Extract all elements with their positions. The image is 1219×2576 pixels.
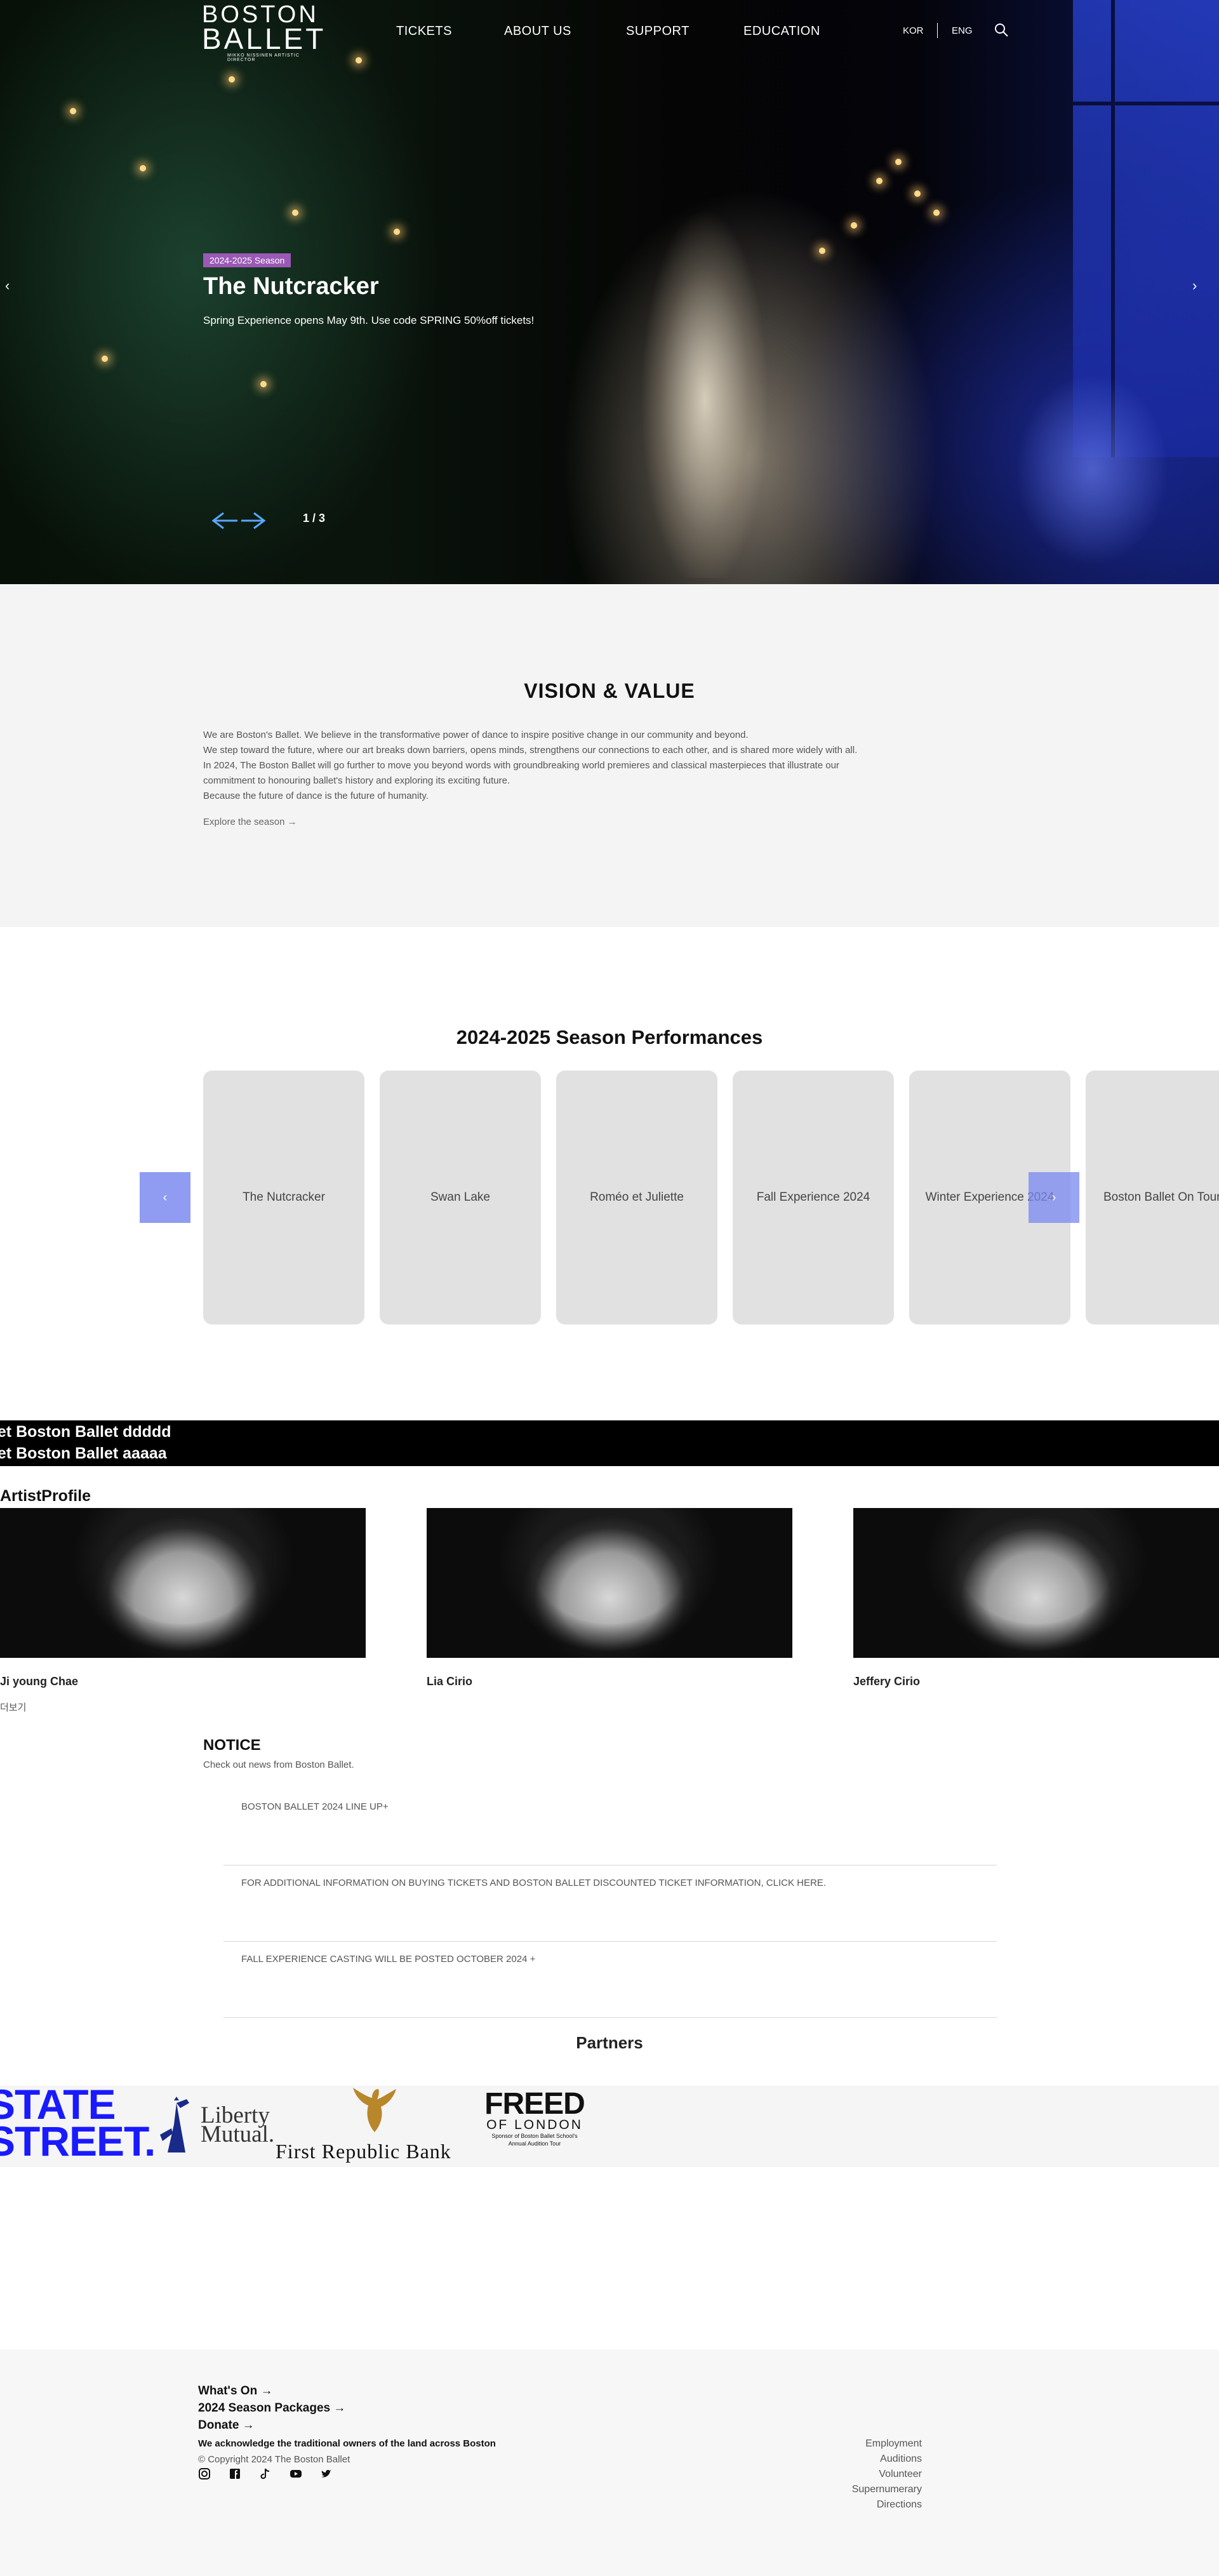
footer-copyright: © Copyright 2024 The Boston Ballet: [198, 2454, 350, 2465]
artist-profile-title: ArtistProfile: [0, 1487, 91, 1505]
freed-of-london-logo[interactable]: FREED OF LONDON Sponsor of Boston Ballet…: [477, 2087, 592, 2147]
vision-section: VISION & VALUE We are Boston's Ballet. W…: [0, 584, 1219, 927]
season-badge: 2024-2025 Season: [203, 253, 291, 267]
liberty-line-2: Mutual.: [201, 2121, 275, 2147]
lang-kor[interactable]: KOR: [903, 25, 924, 36]
performance-card[interactable]: Fall Experience 2024: [733, 1071, 894, 1325]
marquee-line-2: llet Boston Ballet aaaaa: [0, 1445, 167, 1462]
notice-subtitle: Check out news from Boston Ballet.: [203, 1759, 354, 1770]
hero-prev-arrow[interactable]: ‹: [5, 277, 10, 294]
hero-next-arrow[interactable]: ›: [1192, 277, 1197, 294]
nav-about-us[interactable]: ABOUT US: [504, 24, 571, 39]
marquee-line-1: llet Boston Ballet ddddd: [0, 1423, 171, 1441]
footer-supernumerary-link[interactable]: Supernumerary: [852, 2484, 922, 2495]
freed-line-1: FREED: [484, 2087, 585, 2121]
state-street-line-2: STREET.: [0, 2118, 156, 2165]
notice-item[interactable]: FOR ADDITIONAL INFORMATION ON BUYING TIC…: [223, 1865, 997, 1942]
vision-title: VISION & VALUE: [524, 679, 695, 702]
footer: [0, 2349, 1219, 2576]
lang-separator: [937, 23, 938, 38]
notice-title: NOTICE: [203, 1737, 261, 1754]
nav-tickets[interactable]: TICKETS: [396, 24, 452, 39]
instagram-icon[interactable]: [198, 2467, 211, 2480]
performance-card[interactable]: Swan Lake: [380, 1071, 541, 1325]
performance-card[interactable]: The Nutcracker: [203, 1071, 364, 1325]
footer-volunteer-link[interactable]: Volunteer: [879, 2469, 922, 2480]
vision-line: commitment to honouring ballet's history…: [203, 775, 510, 786]
twitter-icon[interactable]: [320, 2467, 333, 2480]
logo-line-2: BALLET: [202, 22, 326, 55]
footer-employment-link[interactable]: Employment: [865, 2438, 922, 2450]
top-navigation: BOSTON BALLET MIKKO NISSINEN ARTISTIC DI…: [0, 0, 1219, 63]
search-icon[interactable]: [994, 23, 1008, 37]
vision-line: We are Boston's Ballet. We believe in th…: [203, 730, 749, 740]
first-republic-bank-logo[interactable]: First Republic Bank: [276, 2140, 451, 2163]
view-more-link[interactable]: 더보기: [0, 1700, 26, 1714]
vision-line: We step toward the future, where our art…: [203, 745, 858, 756]
boston-ballet-logo[interactable]: BOSTON BALLET MIKKO NISSINEN ARTISTIC DI…: [202, 3, 329, 62]
season-prev-button[interactable]: ‹: [140, 1172, 190, 1223]
logo-line-3: MIKKO NISSINEN ARTISTIC DIRECTOR: [227, 53, 300, 62]
hero-slide-controls-icon[interactable]: [210, 508, 273, 533]
artist-photo[interactable]: [0, 1508, 366, 1658]
freed-line-2: OF LONDON: [486, 2118, 583, 2132]
hero-title: The Nutcracker: [203, 273, 379, 300]
artist-photo[interactable]: [427, 1508, 792, 1658]
footer-acknowledgement: We acknowledge the traditional owners of…: [198, 2438, 496, 2449]
season-next-button[interactable]: ›: [1029, 1172, 1079, 1223]
footer-auditions-link[interactable]: Auditions: [880, 2453, 922, 2465]
vision-line: In 2024, The Boston Ballet will go furth…: [203, 760, 839, 771]
notice-item[interactable]: BOSTON BALLET 2024 LINE UP+: [223, 1789, 997, 1865]
footer-season-packages-link[interactable]: 2024 Season Packages →: [198, 2401, 345, 2415]
notice-item[interactable]: FALL EXPERIENCE CASTING WILL BE POSTED O…: [223, 1942, 997, 2018]
artist-photo[interactable]: [853, 1508, 1219, 1658]
vision-line: Because the future of dance is the futur…: [203, 791, 429, 801]
notice-item-label[interactable]: FALL EXPERIENCE CASTING WILL BE POSTED O…: [241, 1942, 535, 1977]
artist-name[interactable]: Lia Cirio: [427, 1675, 472, 1688]
artist-name[interactable]: Jeffery Cirio: [853, 1675, 920, 1688]
partners-title: Partners: [576, 2033, 643, 2052]
eagle-icon: [353, 2088, 396, 2132]
nav-education[interactable]: EDUCATION: [743, 24, 820, 39]
explore-season-link[interactable]: Explore the season →: [203, 817, 297, 827]
notice-item-label[interactable]: FOR ADDITIONAL INFORMATION ON BUYING TIC…: [241, 1865, 826, 1901]
youtube-icon[interactable]: [290, 2467, 302, 2480]
state-street-logo[interactable]: STATE STREET.: [0, 2083, 156, 2165]
freed-line-3: Sponsor of Boston Ballet School's: [491, 2133, 578, 2139]
hero-subtitle: Spring Experience opens May 9th. Use cod…: [203, 314, 535, 326]
footer-directions-link[interactable]: Directions: [877, 2499, 922, 2511]
artist-name[interactable]: Ji young Chae: [0, 1675, 78, 1688]
facebook-icon[interactable]: [229, 2467, 241, 2480]
hero-dancer-image: [641, 210, 768, 578]
tiktok-icon[interactable]: [259, 2467, 272, 2480]
season-title: 2024-2025 Season Performances: [456, 1026, 763, 1048]
vision-body: We are Boston's Ballet. We believe in th…: [203, 728, 1029, 804]
hero-slide-counter: 1 / 3: [303, 512, 326, 524]
performance-card[interactable]: Boston Ballet On Tour: [1086, 1071, 1219, 1325]
statue-of-liberty-icon: [160, 2097, 189, 2152]
lang-eng[interactable]: ENG: [952, 25, 973, 36]
performance-card[interactable]: Roméo et Juliette: [556, 1071, 717, 1325]
marquee-banner: llet Boston Ballet ddddd llet Boston Bal…: [0, 1420, 1219, 1466]
freed-line-4: Annual Audition Tour: [508, 2140, 561, 2147]
liberty-mutual-logo[interactable]: Liberty Mutual.: [201, 2104, 275, 2147]
footer-whats-on-link[interactable]: What's On →: [198, 2384, 272, 2398]
hero-banner: [0, 0, 1219, 584]
nav-support[interactable]: SUPPORT: [626, 24, 689, 39]
notice-item-label[interactable]: BOSTON BALLET 2024 LINE UP+: [241, 1789, 389, 1825]
hero-dancers-image: [990, 343, 1194, 584]
footer-donate-link[interactable]: Donate →: [198, 2419, 255, 2433]
